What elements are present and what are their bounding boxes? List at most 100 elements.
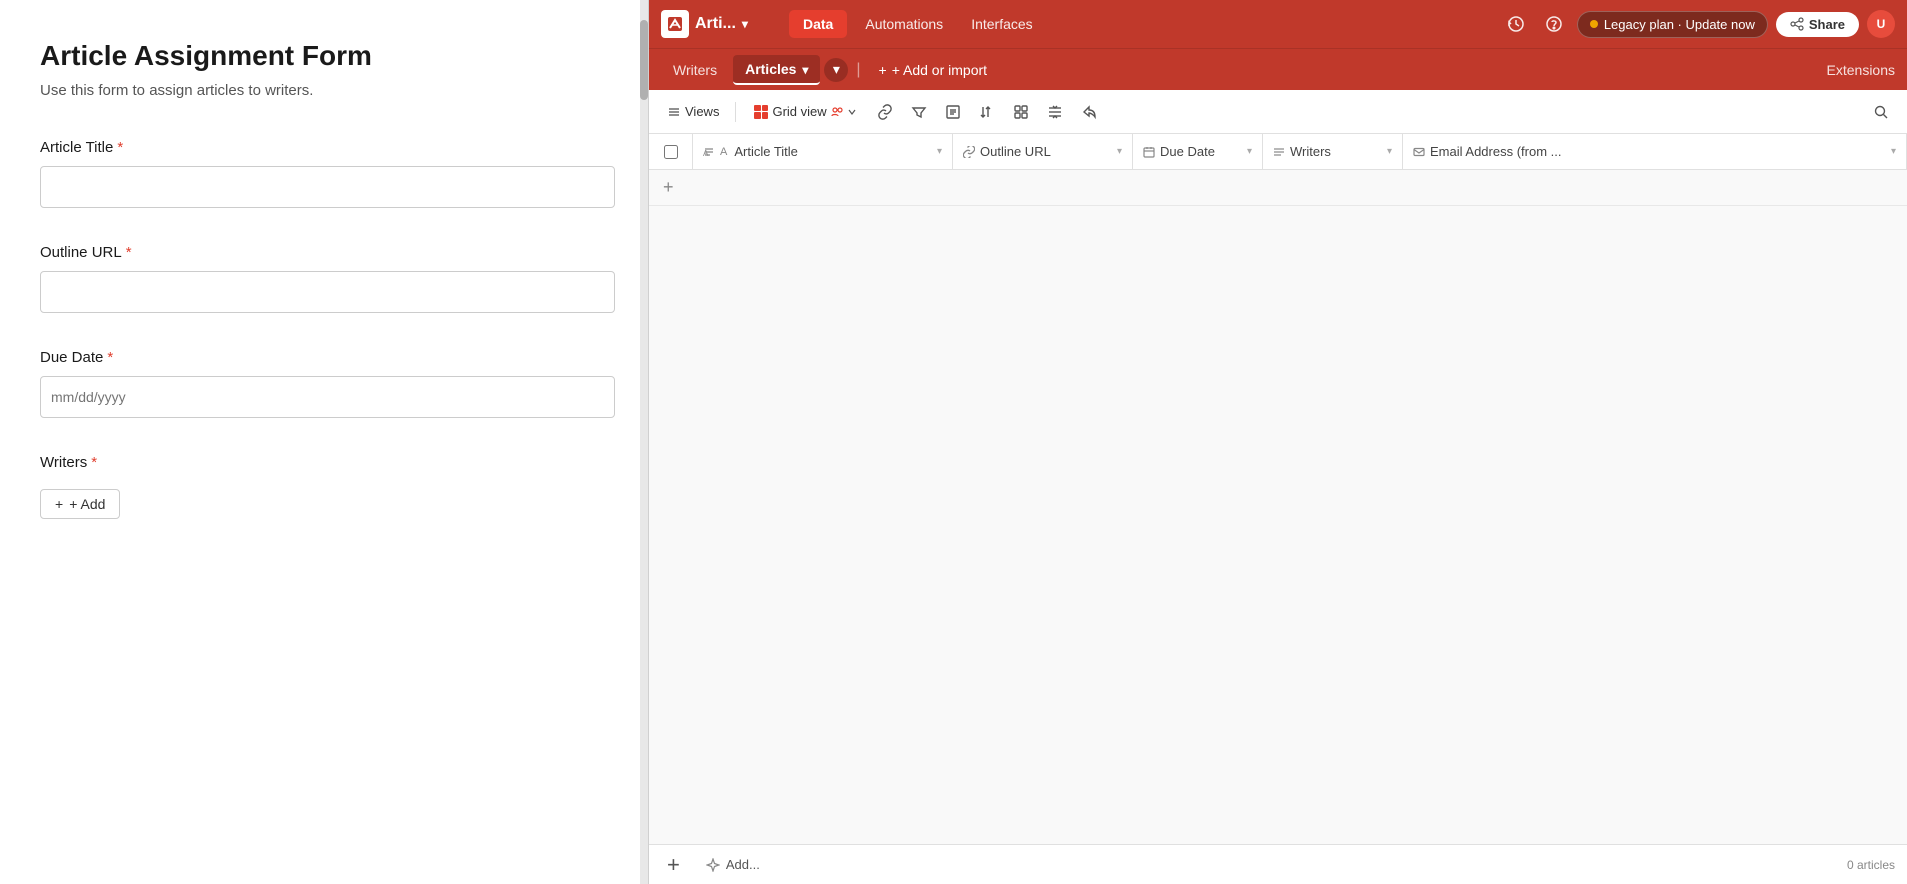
grid-view-button[interactable]: Grid view (746, 100, 864, 123)
group-tool-button[interactable] (1007, 100, 1035, 124)
select-all-checkbox-cell[interactable] (649, 134, 693, 169)
add-import-label: + Add or import (892, 62, 987, 78)
views-label: Views (685, 104, 719, 119)
automations-nav-link[interactable]: Automations (855, 16, 953, 32)
avatar: U (1867, 10, 1895, 38)
col-outline-url-label: Outline URL (980, 144, 1051, 159)
tab-articles[interactable]: Articles ▾ (733, 55, 820, 85)
writers-label: Writers * (40, 454, 608, 471)
add-import-button[interactable]: + + Add or import (869, 57, 998, 83)
outline-url-type-icon (963, 146, 975, 158)
record-count: 0 articles (1847, 858, 1895, 872)
bottom-ai-label: Add... (726, 857, 760, 872)
col-article-title-label: Article Title (734, 144, 798, 159)
scrollbar[interactable] (640, 0, 648, 884)
app-logo (661, 10, 689, 38)
logo-area: Arti... ▾ (661, 10, 781, 38)
form-subtitle: Use this form to assign articles to writ… (40, 82, 608, 99)
article-title-type-icon: A (703, 146, 715, 158)
top-bar: Arti... ▾ Data Automations Interfaces Le… (649, 0, 1907, 48)
app-name: Arti... (695, 15, 736, 33)
required-star-4: * (91, 454, 97, 471)
sort-tool-button[interactable] (973, 100, 1001, 124)
row-height-tool-button[interactable] (1041, 100, 1069, 124)
left-panel: Article Assignment Form Use this form to… (0, 0, 648, 884)
interfaces-nav-link[interactable]: Interfaces (961, 16, 1042, 32)
required-star-3: * (107, 349, 113, 366)
form-title: Article Assignment Form (40, 40, 608, 72)
col-header-email-address[interactable]: Email Address (from ... ▾ (1403, 134, 1907, 169)
tab-divider: | (856, 61, 860, 79)
table-body (649, 206, 1907, 844)
outline-url-input[interactable] (40, 271, 615, 313)
col-header-article-title[interactable]: A A Article Title ▾ (693, 134, 953, 169)
required-star-2: * (126, 244, 132, 261)
col-header-due-date[interactable]: Due Date ▾ (1133, 134, 1263, 169)
legacy-label: Legacy plan · Update now (1604, 17, 1755, 32)
table-area: A A Article Title ▾ Outline URL ▾ (649, 134, 1907, 884)
add-import-icon: + (879, 62, 887, 78)
article-title-group: Article Title * (40, 139, 608, 208)
article-title-label: Article Title * (40, 139, 608, 156)
due-date-group: Due Date * (40, 349, 608, 418)
tab-articles-arrow: ▾ (802, 63, 808, 77)
scrollbar-thumb (640, 20, 648, 100)
grid-view-label: Grid view (772, 104, 826, 119)
due-date-type-icon (1143, 146, 1155, 158)
app-dropdown-icon[interactable]: ▾ (742, 17, 748, 31)
add-label: + Add (69, 496, 105, 512)
bottom-bar: + Add... 0 articles (649, 844, 1907, 884)
tab-more-button[interactable]: ▾ (824, 58, 848, 82)
share-tool-button[interactable] (1075, 100, 1103, 124)
writers-group: Writers * + + Add (40, 454, 608, 519)
bottom-ai-button[interactable]: Add... (698, 853, 768, 876)
second-bar: Writers Articles ▾ ▾ | + + Add or import… (649, 48, 1907, 90)
add-row-icon: + (663, 177, 674, 198)
email-type-icon (1413, 146, 1425, 158)
help-icon[interactable] (1539, 11, 1569, 37)
email-dropdown[interactable]: ▾ (1891, 146, 1896, 157)
views-button[interactable]: Views (661, 100, 725, 123)
bottom-add-button[interactable]: + (661, 850, 686, 880)
data-nav-button[interactable]: Data (789, 10, 847, 38)
link-tool-button[interactable] (871, 100, 899, 124)
writers-add-button[interactable]: + + Add (40, 489, 120, 519)
tab-writers[interactable]: Writers (661, 56, 729, 84)
select-all-checkbox[interactable] (664, 145, 678, 159)
search-tool-button[interactable] (1867, 100, 1895, 124)
article-title-input[interactable] (40, 166, 615, 208)
writers-type-icon (1273, 146, 1285, 158)
history-icon[interactable] (1501, 11, 1531, 37)
article-title-type-letter: A (720, 146, 727, 158)
extensions-link[interactable]: Extensions (1827, 62, 1895, 78)
add-row-button[interactable]: + (649, 170, 1907, 206)
toolbar-divider-1 (735, 102, 736, 122)
right-panel: Arti... ▾ Data Automations Interfaces Le… (648, 0, 1907, 884)
writers-dropdown[interactable]: ▾ (1387, 146, 1392, 157)
toolbar-bar: Views Grid view (649, 90, 1907, 134)
grid-view-dropdown-icon[interactable] (847, 107, 857, 117)
table-header: A A Article Title ▾ Outline URL ▾ (649, 134, 1907, 170)
legacy-badge[interactable]: Legacy plan · Update now (1577, 11, 1768, 38)
outline-url-dropdown[interactable]: ▾ (1117, 146, 1122, 157)
hide-tool-button[interactable] (939, 100, 967, 124)
col-header-writers[interactable]: Writers ▾ (1263, 134, 1403, 169)
ai-icon (706, 858, 720, 872)
due-date-dropdown[interactable]: ▾ (1247, 146, 1252, 157)
due-date-input[interactable] (40, 376, 615, 418)
share-label: Share (1809, 17, 1845, 32)
article-title-dropdown[interactable]: ▾ (937, 146, 942, 157)
filter-tool-button[interactable] (905, 100, 933, 124)
svg-text:A: A (703, 149, 709, 158)
outline-url-label: Outline URL * (40, 244, 608, 261)
col-header-outline-url[interactable]: Outline URL ▾ (953, 134, 1133, 169)
share-button[interactable]: Share (1776, 12, 1859, 37)
add-icon: + (55, 496, 63, 512)
required-star-1: * (117, 139, 123, 156)
col-due-date-label: Due Date (1160, 144, 1215, 159)
legacy-dot (1590, 20, 1598, 28)
due-date-label: Due Date * (40, 349, 608, 366)
grid-view-people-icon (831, 106, 843, 118)
outline-url-group: Outline URL * (40, 244, 608, 313)
grid-icon (754, 105, 768, 119)
